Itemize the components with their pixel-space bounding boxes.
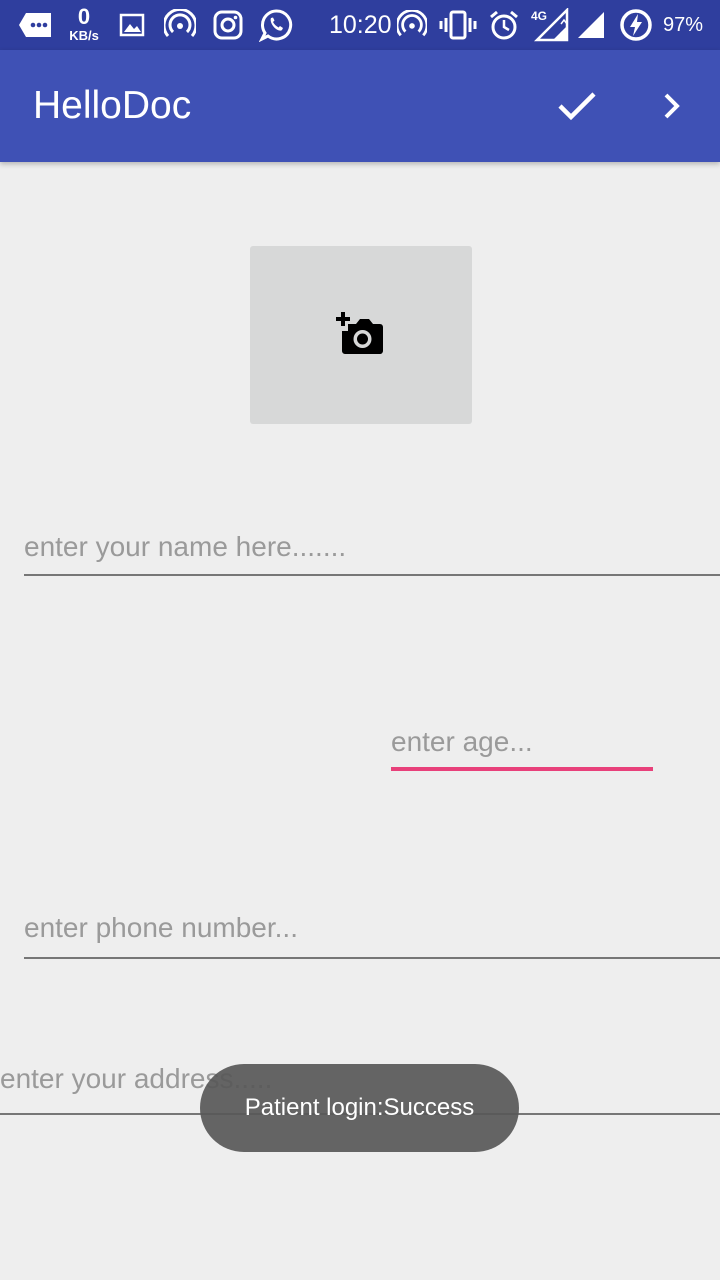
network-type: 4G bbox=[531, 9, 547, 23]
vibrate-icon bbox=[439, 0, 477, 50]
chevron-right-icon bbox=[664, 93, 680, 119]
phone-input[interactable] bbox=[24, 903, 720, 953]
net-speed: 0 KB/s bbox=[66, 4, 102, 43]
whatsapp-icon bbox=[258, 0, 294, 50]
gallery-icon bbox=[118, 0, 146, 50]
instagram-icon bbox=[212, 0, 244, 50]
name-input[interactable] bbox=[24, 522, 720, 572]
check-icon bbox=[558, 92, 596, 121]
add-a-photo-icon bbox=[336, 312, 383, 354]
net-speed-value: 0 bbox=[77, 4, 91, 29]
signal-4g-icon: 4G bbox=[531, 0, 571, 50]
status-bar: 0 KB/s 10:20 4G 97% bbox=[0, 0, 720, 50]
toast-message: Patient login:Success bbox=[200, 1064, 519, 1152]
phone-field bbox=[24, 903, 720, 959]
messages-icon bbox=[18, 0, 54, 50]
age-field bbox=[391, 719, 653, 771]
name-field bbox=[24, 522, 720, 576]
battery-charging-icon bbox=[619, 0, 653, 50]
signal-icon bbox=[575, 0, 607, 50]
age-underline bbox=[391, 767, 653, 771]
next-button[interactable] bbox=[642, 76, 702, 136]
save-button[interactable] bbox=[547, 76, 607, 136]
battery-percent: 97% bbox=[663, 14, 704, 36]
photo-picker-button[interactable] bbox=[250, 246, 472, 424]
alarm-icon bbox=[488, 0, 520, 50]
app-bar: HelloDoc bbox=[0, 50, 720, 162]
hotspot-icon bbox=[163, 0, 197, 50]
app-title: HelloDoc bbox=[33, 84, 192, 127]
hotspot-icon bbox=[396, 0, 428, 50]
net-speed-unit: KB/s bbox=[69, 28, 99, 43]
phone-underline bbox=[24, 957, 720, 959]
clock: 10:20 bbox=[329, 11, 392, 39]
name-underline bbox=[24, 574, 720, 576]
age-input[interactable] bbox=[391, 719, 653, 765]
